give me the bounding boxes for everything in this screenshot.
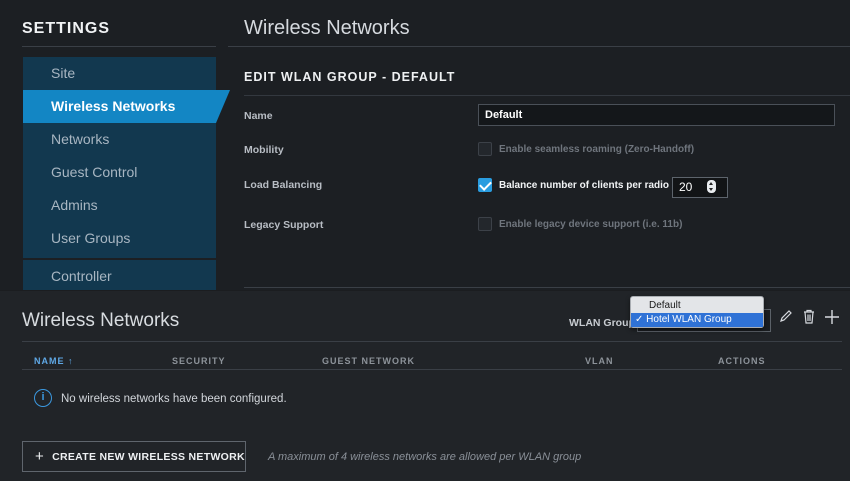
sidebar-item-controller[interactable]: Controller	[23, 260, 216, 293]
column-header-security[interactable]: SECURITY	[172, 356, 226, 366]
divider	[228, 46, 850, 47]
legacy-support-option-label: Enable legacy device support (i.e. 11b)	[499, 219, 683, 230]
column-header-name[interactable]: NAME ↑	[34, 356, 74, 366]
clients-per-radio-field[interactable]: 20	[672, 177, 728, 198]
mobility-option-label: Enable seamless roaming (Zero-Handoff)	[499, 144, 695, 155]
sidebar-item-wireless-networks[interactable]: Wireless Networks	[23, 90, 230, 123]
dropdown-option-hotel-wlan-group[interactable]: ✓ Hotel WLAN Group	[631, 313, 763, 327]
info-icon: i	[34, 389, 52, 407]
plus-icon: +	[35, 448, 45, 465]
stepper-icon[interactable]	[707, 180, 716, 193]
plus-icon[interactable]	[824, 309, 840, 325]
create-button-label: CREATE NEW WIRELESS NETWORK	[52, 451, 245, 463]
load-balancing-label: Load Balancing	[244, 179, 323, 191]
wireless-networks-panel: Wireless Networks WLAN Group Default ✓ H…	[0, 291, 850, 481]
max-networks-note: A maximum of 4 wireless networks are all…	[268, 451, 582, 463]
mobility-label: Mobility	[244, 144, 284, 156]
legacy-support-label: Legacy Support	[244, 219, 324, 231]
sidebar-item-networks[interactable]: Networks	[23, 123, 216, 156]
sidebar-item-admins[interactable]: Admins	[23, 189, 216, 222]
edit-wlan-group-title: EDIT WLAN GROUP - DEFAULT	[244, 70, 456, 84]
name-field[interactable]	[478, 104, 835, 126]
column-header-actions: ACTIONS	[718, 356, 766, 366]
empty-state-message: No wireless networks have been configure…	[61, 393, 287, 405]
divider	[22, 369, 842, 370]
divider	[244, 95, 850, 96]
load-balancing-option-label: Balance number of clients per radio	[499, 180, 670, 191]
sidebar-item-site[interactable]: Site	[23, 57, 216, 90]
mobility-checkbox[interactable]	[478, 142, 492, 156]
page-title: Wireless Networks	[244, 17, 410, 39]
create-wireless-network-button[interactable]: + CREATE NEW WIRELESS NETWORK	[22, 441, 246, 472]
sidebar-item-guest-control[interactable]: Guest Control	[23, 156, 216, 189]
trash-icon[interactable]	[802, 309, 816, 324]
divider	[244, 287, 850, 288]
wlan-group-dropdown: Default ✓ Hotel WLAN Group	[630, 296, 764, 328]
load-balancing-checkbox[interactable]	[478, 178, 492, 192]
name-label: Name	[244, 110, 273, 122]
legacy-support-checkbox[interactable]	[478, 217, 492, 231]
wlan-group-label: WLAN Group	[569, 317, 635, 329]
page-title: Wireless Networks	[22, 310, 180, 331]
column-header-guest-network[interactable]: GUEST NETWORK	[322, 356, 415, 366]
divider	[22, 341, 842, 342]
settings-panel: SETTINGS Wireless Networks Site Wireless…	[0, 0, 850, 290]
dropdown-option-default[interactable]: Default	[631, 299, 763, 313]
sidebar-item-user-groups[interactable]: User Groups	[23, 222, 216, 255]
settings-sidebar: Site Wireless Networks Networks Guest Co…	[23, 57, 230, 293]
settings-title: SETTINGS	[22, 20, 111, 37]
column-header-vlan[interactable]: VLAN	[585, 356, 614, 366]
pencil-icon[interactable]	[779, 309, 793, 323]
divider	[22, 46, 216, 47]
